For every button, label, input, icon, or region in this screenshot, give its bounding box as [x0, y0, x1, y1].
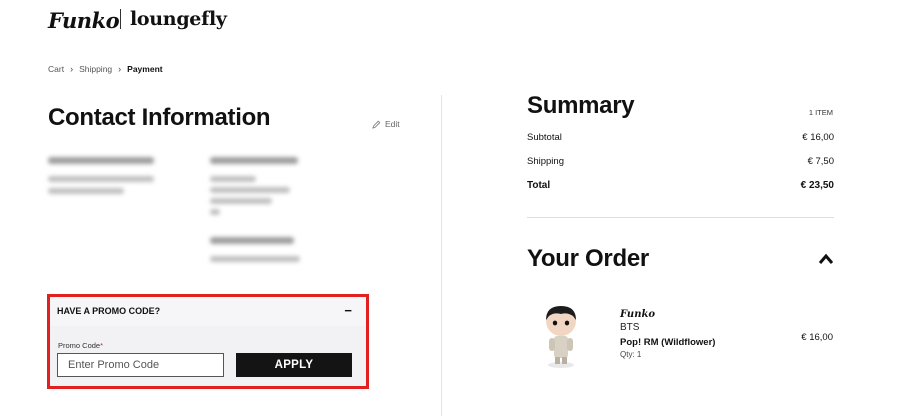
pencil-icon	[372, 120, 381, 129]
required-asterisk: *	[100, 341, 104, 350]
promo-body: Promo Code* Enter Promo Code APPLY	[50, 326, 366, 386]
product-brand-logo: Funko	[620, 309, 656, 320]
subtotal-row: Subtotal € 16,00	[527, 132, 834, 143]
breadcrumb-cart[interactable]: Cart	[48, 64, 64, 74]
promo-code-input[interactable]: Enter Promo Code	[57, 353, 224, 377]
funko-logo[interactable]: Funko	[48, 8, 120, 33]
total-value: € 23,50	[800, 180, 834, 191]
breadcrumb-chevron-icon: ›	[70, 64, 74, 74]
product-line: BTS	[620, 322, 640, 333]
chevron-up-icon[interactable]	[818, 253, 834, 265]
shipping-row: Shipping € 7,50	[527, 156, 834, 167]
apply-button[interactable]: APPLY	[236, 353, 352, 377]
summary-title: Summary	[527, 92, 635, 119]
promo-code-label: Promo Code*	[58, 341, 104, 350]
product-image	[546, 306, 576, 368]
subtotal-label: Subtotal	[527, 132, 562, 143]
breadcrumb: Cart › Shipping › Payment	[48, 64, 163, 74]
promo-code-panel: HAVE A PROMO CODE? − Promo Code* Enter P…	[47, 294, 369, 389]
product-price: € 16,00	[801, 332, 833, 343]
total-label: Total	[527, 180, 551, 191]
summary-divider	[527, 217, 834, 218]
breadcrumb-payment: Payment	[127, 64, 163, 74]
promo-heading[interactable]: HAVE A PROMO CODE?	[57, 306, 160, 316]
breadcrumb-shipping[interactable]: Shipping	[79, 64, 112, 74]
product-quantity: Qty: 1	[620, 350, 642, 359]
product-name[interactable]: Pop! RM (Wildflower)	[620, 337, 715, 348]
shipping-value: € 7,50	[807, 156, 834, 167]
your-order-title: Your Order	[527, 245, 649, 272]
subtotal-value: € 16,00	[802, 132, 834, 143]
breadcrumb-chevron-icon: ›	[118, 64, 122, 74]
loungefly-logo[interactable]: loungefly	[130, 8, 227, 30]
total-row: Total € 23,50	[527, 180, 834, 191]
contact-information-title: Contact Information	[48, 104, 271, 131]
logo-divider	[120, 9, 121, 29]
item-count: 1 ITEM	[808, 108, 833, 117]
collapse-minus-icon[interactable]: −	[344, 304, 352, 317]
edit-contact-link[interactable]: Edit	[372, 119, 400, 129]
column-divider	[441, 95, 442, 416]
shipping-label: Shipping	[527, 156, 564, 167]
edit-label: Edit	[385, 119, 400, 129]
